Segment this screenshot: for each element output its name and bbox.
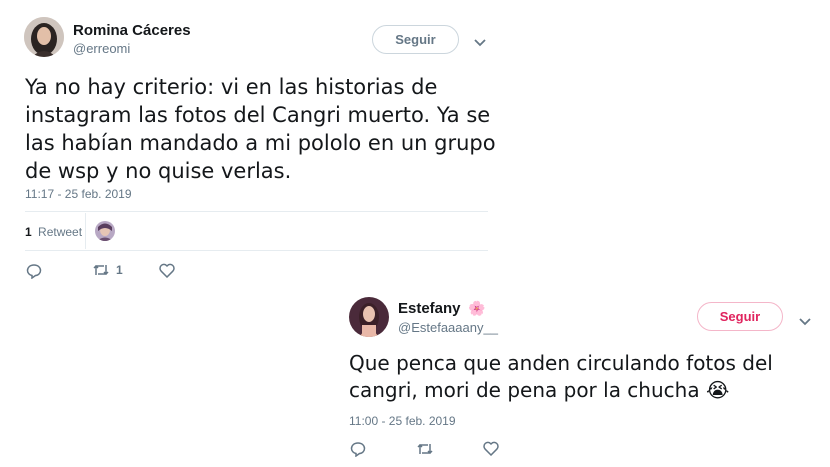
author-name[interactable]: Romina Cáceres <box>73 22 191 39</box>
retweet-action[interactable]: 1 <box>92 263 123 277</box>
tweet-text-line: instagram las fotos del Cangri muerto. Y… <box>25 103 491 127</box>
follow-button[interactable]: Seguir <box>372 25 459 54</box>
tweet-text-line: Ya no hay criterio: vi en las historias … <box>25 75 438 99</box>
timestamp[interactable]: 11:00 - 25 feb. 2019 <box>349 414 456 428</box>
like-icon[interactable] <box>483 441 499 456</box>
avatar-photo-icon <box>349 297 389 337</box>
author-name-row[interactable]: Estefany 🌸 <box>398 300 485 318</box>
author-handle[interactable]: @erreomi <box>73 41 130 56</box>
tweet-text-line: las habían mandado a mi pololo en un gru… <box>25 131 496 155</box>
avatar[interactable] <box>349 297 389 337</box>
follow-button-label: Seguir <box>719 309 761 324</box>
retweet-stats[interactable]: 1 Retweet <box>25 225 82 239</box>
divider <box>25 211 488 212</box>
cherry-blossom-icon: 🌸 <box>467 300 486 316</box>
retweeter-photo-icon <box>95 221 115 241</box>
retweet-action-count: 1 <box>116 263 123 277</box>
avatar[interactable] <box>24 17 64 57</box>
like-icon[interactable] <box>159 263 175 278</box>
divider <box>85 213 86 249</box>
author-handle[interactable]: @Estefaaaany__ <box>398 320 498 335</box>
retweeter-avatar[interactable] <box>95 221 115 241</box>
retweet-icon <box>92 263 110 277</box>
reply-icon[interactable] <box>350 441 366 457</box>
tweet-text: Ya no hay criterio: vi en las historias … <box>25 73 496 185</box>
crying-face-icon: 😭 <box>705 378 730 402</box>
retweet-icon[interactable] <box>416 442 434 456</box>
chevron-down-icon[interactable] <box>799 313 811 331</box>
tweet-text-line: de wsp y no quise verlas. <box>25 159 292 183</box>
follow-button[interactable]: Seguir <box>697 302 783 331</box>
tweet-text-line: cangri, mori de pena por la chucha 😭 <box>349 377 773 404</box>
follow-button-label: Seguir <box>395 32 436 47</box>
chevron-down-icon[interactable] <box>474 34 486 52</box>
timestamp[interactable]: 11:17 - 25 feb. 2019 <box>25 187 132 201</box>
divider <box>25 250 488 251</box>
author-name: Estefany <box>398 300 461 317</box>
retweet-count: 1 <box>25 225 32 239</box>
tweet-text: Que penca que anden circulando fotos del… <box>349 350 773 404</box>
reply-icon[interactable] <box>26 263 42 279</box>
retweet-label: Retweet <box>38 225 83 239</box>
tweet-text-line: Que penca que anden circulando fotos del <box>349 351 773 375</box>
avatar-photo-icon <box>24 17 64 57</box>
tweet-text-segment: cangri, mori de pena por la chucha <box>349 378 700 402</box>
